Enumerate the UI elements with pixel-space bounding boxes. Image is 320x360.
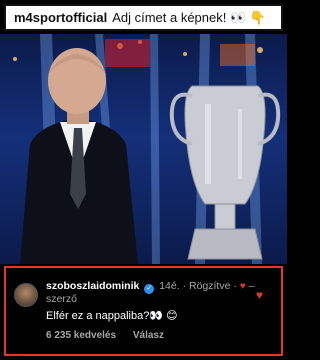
pinned-comment: szoboszlaidominik ✓ 14é. · Rögzítve · ♥ … <box>4 266 283 356</box>
photo-illustration <box>13 34 281 264</box>
verified-badge-icon: ✓ <box>144 284 155 294</box>
comment-actions: 6 235 kedvelés Válasz <box>46 330 164 341</box>
like-heart-icon[interactable]: ♥ <box>256 288 263 302</box>
avatar[interactable] <box>14 283 38 307</box>
post-photo[interactable] <box>0 34 287 264</box>
post-caption: m4sportofficial Adj címet a képnek! 👀 👇 <box>4 4 283 31</box>
post-username[interactable]: m4sportofficial <box>14 10 107 25</box>
comment-time: 14é. <box>159 280 180 292</box>
author-label: szerző <box>46 293 77 305</box>
post-caption-text: Adj címet a képnek! 👀 👇 <box>112 9 266 25</box>
comment-header: szoboszlaidominik ✓ 14é. · Rögzítve · ♥ … <box>46 280 255 294</box>
comment-text: Elfér ez a nappaliba?👀 😊 <box>46 310 178 322</box>
likes-count[interactable]: 6 235 kedvelés <box>46 330 116 341</box>
comment-username[interactable]: szoboszlaidominik <box>46 280 139 292</box>
reply-button[interactable]: Válasz <box>133 330 164 341</box>
pinned-label: Rögzítve <box>188 280 231 292</box>
creator-heart-icon: ♥ <box>239 281 246 292</box>
